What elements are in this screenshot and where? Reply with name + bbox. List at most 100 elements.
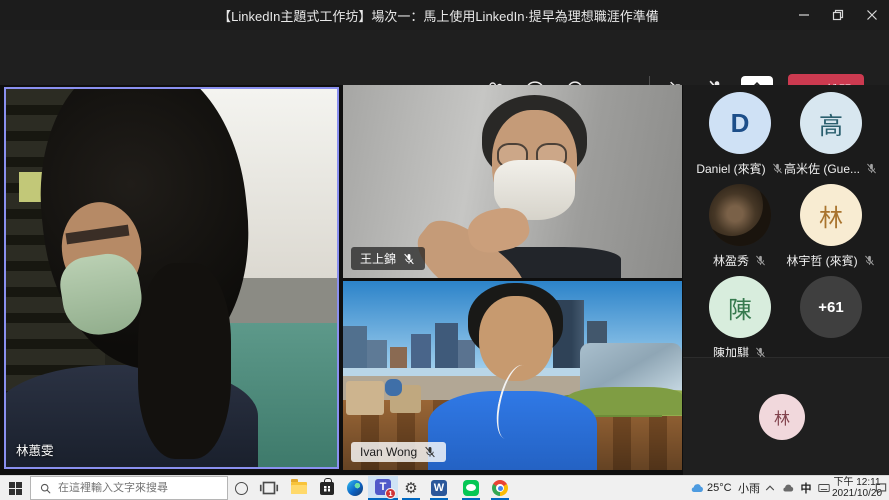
scene-building [367, 340, 387, 372]
settings-button[interactable]: ⚙ [398, 476, 424, 500]
search-input[interactable] [58, 482, 219, 494]
mic-off-icon [754, 254, 767, 267]
video-tile-active-speaker[interactable]: 林蕙雯 [4, 87, 339, 469]
word-button[interactable]: W [424, 476, 454, 500]
roster-participant[interactable]: D Daniel (來賓) [694, 92, 786, 177]
overflow-count: +61 [818, 299, 843, 316]
person-hair-shape [138, 263, 231, 460]
roster-overflow[interactable]: +61 [785, 276, 877, 338]
microsoft-store-button[interactable] [314, 476, 340, 500]
tray-expand-button[interactable] [762, 476, 778, 500]
weather-condition[interactable]: 小雨 [738, 476, 760, 500]
scene-chair [346, 381, 383, 415]
participant-name: 林盈秀 [713, 252, 749, 269]
cloud-icon [781, 481, 795, 495]
meeting-toolbar: --:-- 離開 [0, 30, 889, 85]
windows-taskbar: T 1 ⚙ W 25°C 小雨 [0, 475, 889, 500]
participant-name: 林宇哲 (來賓) [786, 252, 857, 269]
avatar: D [709, 92, 771, 154]
folder-icon [291, 482, 307, 494]
participant-name-pill: 王上錦 [351, 247, 425, 270]
weather-temp-text: 25°C [707, 482, 732, 494]
mic-off-icon [771, 162, 784, 175]
avatar-photo [709, 184, 771, 246]
touch-keyboard-button[interactable] [816, 476, 832, 500]
edge-button[interactable] [342, 476, 368, 500]
gear-icon: ⚙ [404, 481, 417, 496]
ime-text: 中 [801, 480, 812, 496]
teams-meeting-window: 【LinkedIn主題式工作坊】場次一：馬上使用LinkedIn·提早為理想職涯… [0, 0, 889, 500]
overflow-count-avatar: +61 [800, 276, 862, 338]
mic-off-icon [402, 252, 416, 266]
search-icon [39, 482, 52, 495]
titlebar: 【LinkedIn主題式工作坊】場次一：馬上使用LinkedIn·提早為理想職涯… [0, 0, 889, 30]
avatar: 高 [800, 92, 862, 154]
scene-building [343, 326, 367, 371]
participant-name-label: 王上錦 [360, 250, 396, 267]
minimize-button[interactable] [787, 0, 821, 30]
close-button[interactable] [855, 0, 889, 30]
cortana-button[interactable] [228, 476, 254, 500]
video-tile-bottom[interactable]: Ivan Wong [343, 281, 682, 470]
task-view-button[interactable] [256, 476, 282, 500]
cortana-icon [235, 482, 248, 495]
close-icon [866, 9, 878, 21]
teams-icon: T 1 [375, 479, 391, 495]
touch-keyboard-icon [817, 481, 831, 495]
minimize-icon [798, 9, 810, 21]
scene-glass-structure [580, 343, 682, 392]
weather-temp[interactable]: 25°C [707, 476, 732, 500]
action-center-button[interactable] [872, 476, 889, 500]
participant-name: 高米佐 (Gue... [784, 160, 860, 177]
edge-icon [347, 480, 363, 496]
avatar: 陳 [709, 276, 771, 338]
restore-button[interactable] [821, 0, 855, 30]
roster-participant[interactable]: 陳 陳加騏 [694, 276, 786, 361]
mic-off-icon [863, 254, 876, 267]
mic-off-icon [865, 162, 878, 175]
avatar-initial: 陳 [728, 290, 752, 325]
file-explorer-button[interactable] [286, 476, 312, 500]
participant-name-label: Ivan Wong [360, 445, 417, 459]
onedrive-tray-icon[interactable] [780, 476, 796, 500]
windows-logo-icon [9, 482, 22, 495]
weather-widget[interactable] [688, 476, 706, 500]
roster-participant[interactable]: 林盈秀 [694, 184, 786, 269]
task-view-icon [258, 477, 280, 499]
roster-participant[interactable]: 林 林宇哲 (來賓) [785, 184, 877, 269]
roster-participant[interactable]: 高 高米佐 (Gue... [785, 92, 877, 177]
scene-building [411, 334, 431, 372]
self-view-tile[interactable]: 林 [683, 357, 889, 475]
mic-off-icon [423, 445, 437, 459]
self-avatar: 林 [759, 394, 805, 440]
taskbar-search[interactable] [30, 476, 228, 500]
self-avatar-initial: 林 [774, 405, 790, 429]
restore-icon [832, 9, 844, 21]
word-icon: W [431, 480, 447, 496]
chevron-up-icon [763, 481, 777, 495]
chrome-button[interactable] [486, 476, 514, 500]
weather-rain-icon [689, 480, 705, 496]
line-button[interactable] [456, 476, 486, 500]
chrome-icon [492, 480, 508, 496]
window-title: 【LinkedIn主題式工作坊】場次一：馬上使用LinkedIn·提早為理想職涯… [0, 6, 787, 25]
weather-condition-text: 小雨 [738, 480, 760, 496]
scene-seated-person [385, 379, 402, 396]
scene-building [458, 340, 475, 372]
window-controls [787, 0, 889, 30]
avatar-initial: D [731, 108, 750, 139]
avatar: 林 [800, 184, 862, 246]
video-tile-top[interactable]: 王上錦 [343, 85, 682, 278]
ime-indicator[interactable]: 中 [798, 476, 814, 500]
scene-building [435, 323, 459, 372]
avatar-initial: 高 [819, 106, 843, 141]
participant-name: Daniel (來賓) [696, 160, 765, 177]
start-button[interactable] [0, 476, 30, 500]
store-icon [320, 482, 334, 495]
participant-roster: D Daniel (來賓) 高 高米佐 (Gue... [683, 85, 889, 475]
teams-notification-badge: 1 [385, 488, 396, 499]
participant-name-pill: Ivan Wong [351, 442, 446, 462]
notification-bubble-icon [874, 481, 888, 495]
teams-button-active[interactable]: T 1 [368, 476, 398, 500]
line-icon [463, 480, 479, 496]
